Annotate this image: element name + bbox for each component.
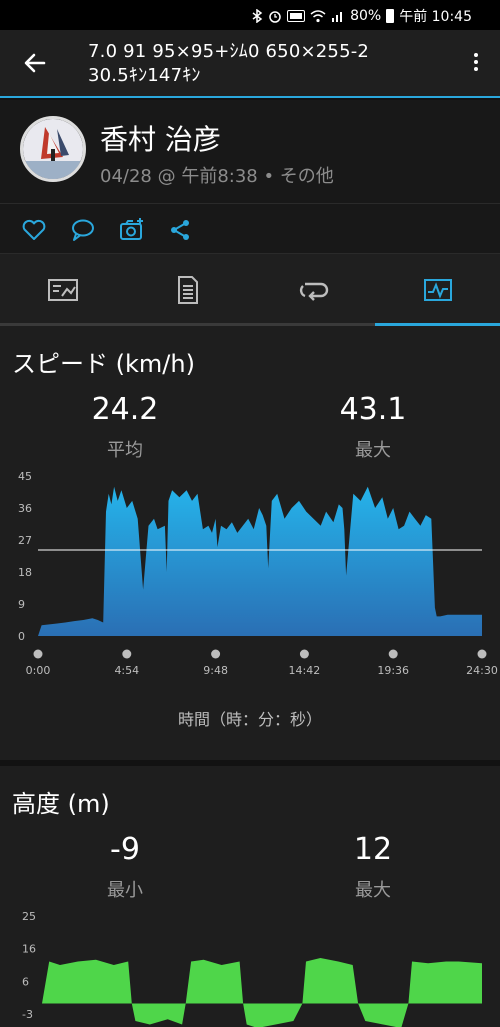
- tab-laps[interactable]: [250, 254, 375, 326]
- title-line-1: 7.0 91 95×95+ｼﾑ0 650×255-2: [88, 41, 370, 62]
- overview-icon: [47, 279, 78, 301]
- speed-avg-value: 24.2: [91, 392, 159, 427]
- back-arrow-icon[interactable]: [22, 50, 48, 76]
- document-icon: [177, 276, 198, 304]
- speed-x-tick: 0:00: [26, 664, 51, 677]
- heart-icon[interactable]: [20, 216, 48, 244]
- speed-card: スピード (km/h) 24.2 平均 43.1 最大 45 36 27 18 9 0 0:…: [0, 326, 500, 760]
- app-bar: 7.0 91 95×95+ｼﾑ0 650×255-2 30.5ｷﾝ147ｷﾝ: [0, 30, 500, 98]
- tab-details[interactable]: [125, 254, 250, 326]
- volte-icon: [287, 10, 306, 22]
- speed-max-label: 最大: [355, 440, 391, 461]
- clock: 午前 10:45: [399, 9, 472, 25]
- overflow-menu-icon[interactable]: [470, 50, 482, 78]
- speed-x-tick-dot: [33, 649, 43, 659]
- speed-x-tick: 14:42: [289, 664, 321, 677]
- speed-x-tick-dot: [477, 649, 487, 659]
- title-line-2: 30.5ｷﾝ147ｷﾝ: [88, 65, 201, 86]
- activity-date: 04/28 @ 午前8:38 • その他: [100, 166, 334, 187]
- speed-x-tick: 24:30: [466, 664, 498, 677]
- tab-bar: [0, 254, 500, 326]
- bluetooth-icon: [252, 9, 263, 23]
- speed-x-tick-dot: [388, 649, 398, 659]
- avatar[interactable]: [20, 116, 86, 182]
- user-name: 香村 治彦: [100, 123, 221, 156]
- alarm-icon: [269, 11, 281, 23]
- tab-overview[interactable]: [0, 254, 125, 326]
- speed-y-tick: 18: [18, 566, 32, 579]
- speed-x-tick: 9:48: [203, 664, 228, 677]
- altitude-area-series: [42, 958, 482, 1027]
- wifi-icon: [310, 10, 326, 23]
- altitude-chart[interactable]: 25 16 6 -3: [0, 902, 500, 1027]
- altitude-title: 高度 (m): [12, 790, 110, 818]
- speed-y-tick: 9: [18, 598, 25, 611]
- speed-x-tick: 4:54: [114, 664, 139, 677]
- altitude-min-label: 最小: [107, 880, 143, 901]
- battery-icon: [386, 9, 395, 23]
- speed-avg-label: 平均: [107, 440, 143, 461]
- speed-title: スピード (km/h): [12, 350, 195, 378]
- signal-icon: [332, 12, 343, 22]
- speed-y-tick: 45: [18, 470, 32, 483]
- altitude-max-label: 最大: [355, 880, 391, 901]
- share-icon[interactable]: [166, 216, 194, 244]
- speed-chart[interactable]: 45 36 27 18 9 0 0:00 4:54 9:48 14:42 19:36 24:30: [0, 466, 500, 696]
- altitude-y-tick: 25: [22, 910, 36, 923]
- tab-charts[interactable]: [375, 254, 500, 326]
- battery-percent: 80%: [350, 8, 382, 24]
- altitude-y-tick: 6: [22, 975, 29, 988]
- speed-x-tick-dot: [122, 649, 132, 659]
- altitude-min-value: -9: [110, 832, 140, 867]
- speed-y-tick: 36: [18, 502, 32, 515]
- altitude-y-tick: 16: [22, 943, 36, 956]
- status-bar: 80% 午前 10:45: [0, 0, 500, 30]
- altitude-max-value: 12: [353, 832, 393, 867]
- activity-title: 7.0 91 95×95+ｼﾑ0 650×255-2 30.5ｷﾝ147ｷﾝ: [88, 40, 369, 88]
- action-bar: [0, 204, 500, 254]
- speed-x-tick-dot: [299, 649, 309, 659]
- laps-icon: [299, 282, 328, 301]
- speed-y-tick: 0: [18, 630, 25, 643]
- add-photo-icon[interactable]: [118, 216, 146, 244]
- profile-header: 香村 治彦 04/28 @ 午前8:38 • その他: [0, 100, 500, 204]
- chart-icon: [423, 279, 452, 301]
- comment-icon[interactable]: [69, 216, 97, 244]
- speed-y-tick: 27: [18, 534, 32, 547]
- altitude-card: 高度 (m) -9 最小 12 最大 25 16 6 -3: [0, 766, 500, 1027]
- altitude-y-tick: -3: [22, 1008, 33, 1021]
- speed-x-tick-dot: [211, 649, 221, 659]
- speed-x-tick: 19:36: [377, 664, 409, 677]
- speed-max-value: 43.1: [339, 392, 407, 427]
- speed-x-axis-title: 時間（時：分：秒）: [177, 710, 322, 729]
- speed-area-series: [38, 486, 482, 636]
